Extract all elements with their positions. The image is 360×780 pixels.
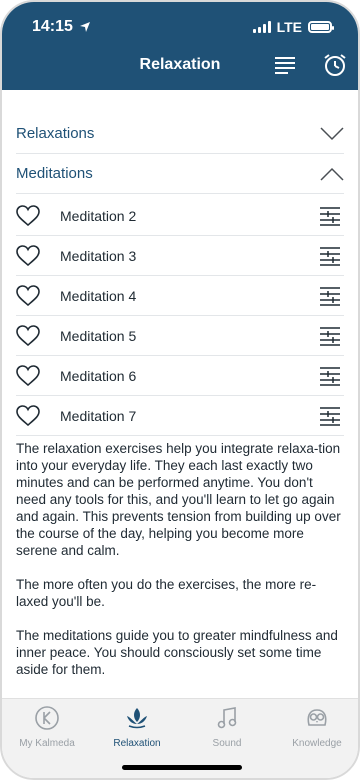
status-time: 14:15 [32,18,73,35]
playlist-add-icon[interactable] [318,405,342,427]
item-label: Meditation 4 [60,287,137,304]
content-area: Relaxations Meditations Meditation 2 Med… [2,90,358,702]
tab-bar: My Kalmeda Relaxation Sound Knowledge [2,698,358,778]
playlist-add-icon[interactable] [318,285,342,307]
heart-icon[interactable] [16,324,40,347]
tab-relaxation[interactable]: Relaxation [92,705,182,749]
description-paragraph: The relaxation exercises help you integr… [16,441,341,558]
playlist-add-icon[interactable] [318,245,342,267]
alarm-clock-icon[interactable] [322,52,348,78]
playlist-add-icon[interactable] [318,205,342,227]
chevron-down-icon [320,126,344,140]
playlist-add-icon[interactable] [318,365,342,387]
owl-icon [307,709,327,726]
description-paragraph: The meditations guide you to greater min… [16,628,338,677]
kalmeda-logo-icon [35,706,59,730]
item-label: Meditation 3 [60,247,137,264]
tab-sound[interactable]: Sound [182,705,272,749]
section-label: Relaxations [16,125,95,142]
lotus-icon [127,708,147,729]
list-item[interactable]: Meditation 6 [16,356,344,396]
item-label: Meditation 6 [60,367,137,384]
list-item[interactable]: Meditation 4 [16,276,344,316]
list-item[interactable]: Meditation 2 [16,196,344,236]
heart-icon[interactable] [16,244,40,267]
description-paragraph: The more often you do the exercises, the… [16,577,317,609]
status-left: 14:15 [32,18,91,36]
section-relaxations[interactable]: Relaxations [16,114,344,154]
tab-label: My Kalmeda [19,738,75,749]
status-right: LTE [252,19,334,35]
phone-frame: 14:15 LTE Relaxation Relaxations Meditat… [0,0,360,780]
playlist-add-icon[interactable] [318,325,342,347]
list-item[interactable]: Meditation 7 [16,396,344,436]
music-note-icon [217,707,237,729]
status-bar: 14:15 LTE [32,16,334,38]
app-header: 14:15 LTE Relaxation [2,2,358,90]
list-item[interactable]: Meditation 5 [16,316,344,356]
home-indicator[interactable] [122,765,242,770]
list-item[interactable]: Meditation 3 [16,236,344,276]
item-label: Meditation 2 [60,207,137,224]
description-text: The relaxation exercises help you integr… [16,440,344,695]
heart-icon[interactable] [16,284,40,307]
location-arrow-icon [79,22,90,32]
tab-label: Knowledge [292,738,342,749]
list-icon[interactable] [272,52,298,78]
chevron-up-icon [320,167,344,181]
page-title: Relaxation [139,56,221,73]
section-meditations[interactable]: Meditations [16,154,344,194]
tab-label: Relaxation [113,738,161,749]
item-label: Meditation 5 [60,327,137,344]
heart-icon[interactable] [16,204,40,227]
heart-icon[interactable] [16,364,40,387]
tab-knowledge[interactable]: Knowledge [272,705,358,749]
heart-icon[interactable] [16,404,40,427]
item-label: Meditation 7 [60,407,137,424]
battery-icon [308,21,334,33]
tab-label: Sound [212,738,242,749]
signal-icon [252,21,271,33]
network-label: LTE [276,19,302,35]
tab-my-kalmeda[interactable]: My Kalmeda [2,705,92,749]
section-label: Meditations [16,165,93,182]
